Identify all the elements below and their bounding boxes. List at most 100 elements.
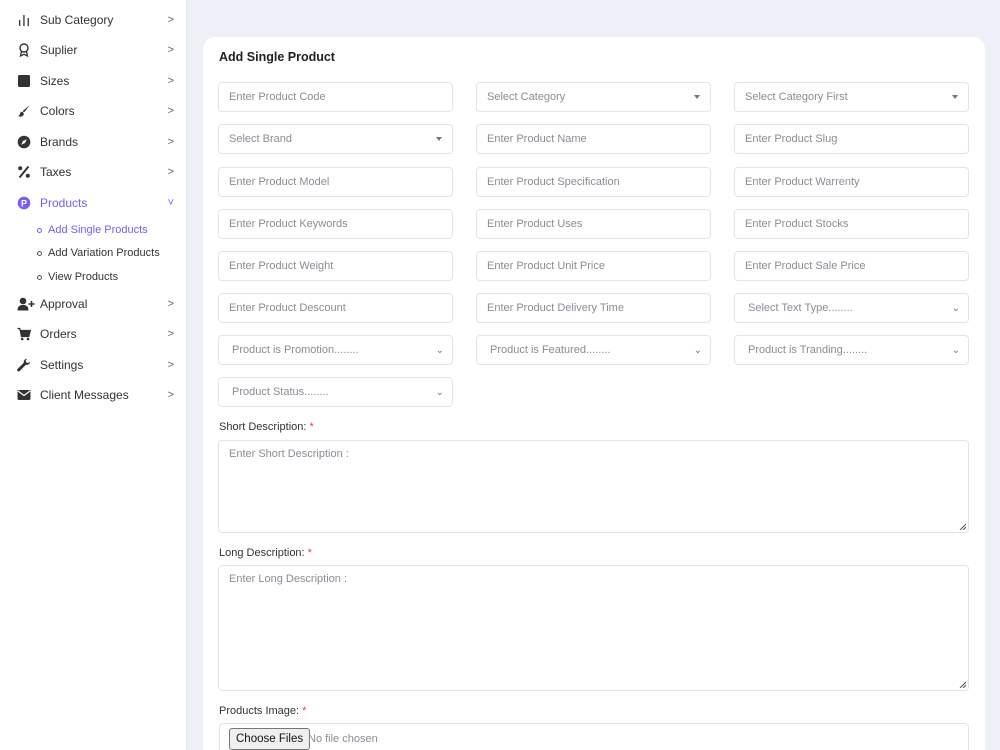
sidebar-item-orders[interactable]: Orders > xyxy=(0,319,187,349)
envelope-icon xyxy=(17,388,31,402)
required-marker: * xyxy=(302,705,307,717)
bar-chart-icon xyxy=(17,13,31,27)
product-specification-input[interactable]: Enter Product Specification xyxy=(476,167,711,197)
caret-down-icon xyxy=(436,137,442,141)
wrench-icon xyxy=(17,358,31,372)
sidebar-item-sub-category[interactable]: Sub Category > xyxy=(0,5,187,35)
chevron-down-icon: ⌄ xyxy=(693,345,702,356)
sidebar-item-approval[interactable]: Approval > xyxy=(0,289,187,319)
sidebar-subitem-label: View Products xyxy=(48,271,119,283)
choose-files-button[interactable]: Choose Files xyxy=(229,728,311,750)
sidebar-item-label: Brands xyxy=(40,135,79,149)
chevron-right-icon: > xyxy=(167,166,174,178)
trending-select-label: Product is Tranding........ xyxy=(748,344,868,356)
sidebar-subitem-view-products[interactable]: View Products xyxy=(0,266,187,288)
caret-down-icon xyxy=(952,95,958,99)
chevron-right-icon: > xyxy=(167,298,174,310)
resize-grip-icon[interactable] xyxy=(959,523,966,530)
percent-icon xyxy=(17,165,31,179)
chevron-right-icon: > xyxy=(167,105,174,117)
file-status-text: No file chosen xyxy=(308,733,378,745)
short-description-label: Short Description: * xyxy=(219,421,314,433)
bullet-icon xyxy=(37,274,42,280)
svg-text:P: P xyxy=(21,198,27,208)
products-image-label-text: Products Image: xyxy=(219,705,300,717)
product-unit-price-input[interactable]: Enter Product Unit Price xyxy=(476,251,711,281)
sidebar-item-sizes[interactable]: Sizes > xyxy=(0,66,187,96)
sidebar: Sub Category > Suplier > Sizes > Colors … xyxy=(0,0,187,750)
product-discount-input[interactable]: Enter Product Descount xyxy=(218,293,453,323)
text-type-select[interactable]: Select Text Type........ ⌄ xyxy=(734,293,969,323)
sidebar-item-label: Orders xyxy=(40,327,77,341)
subcategory-select[interactable]: Select Category First xyxy=(734,82,969,112)
subcategory-select-label: Select Category First xyxy=(745,91,848,103)
sidebar-item-label: Colors xyxy=(40,104,75,118)
category-select-label: Select Category xyxy=(487,91,566,103)
sidebar-item-suplier[interactable]: Suplier > xyxy=(0,35,187,65)
resize-grip-icon[interactable] xyxy=(959,681,966,688)
long-description-label-text: Long Description: xyxy=(219,547,305,559)
sidebar-item-settings[interactable]: Settings > xyxy=(0,350,187,380)
square-icon xyxy=(17,74,31,88)
promotion-select-label: Product is Promotion........ xyxy=(232,344,359,356)
chevron-right-icon: > xyxy=(167,389,174,401)
featured-select[interactable]: Product is Featured........ ⌄ xyxy=(476,335,711,365)
products-image-input[interactable]: Choose Files No file chosen xyxy=(219,723,969,750)
short-description-label-text: Short Description: xyxy=(219,421,307,433)
sidebar-item-brands[interactable]: Brands > xyxy=(0,127,187,157)
sidebar-item-colors[interactable]: Colors > xyxy=(0,96,187,126)
product-delivery-time-input[interactable]: Enter Product Delivery Time xyxy=(476,293,711,323)
trending-select[interactable]: Product is Tranding........ ⌄ xyxy=(734,335,969,365)
chevron-right-icon: > xyxy=(167,14,174,26)
short-description-textarea[interactable]: Enter Short Description : xyxy=(218,440,969,533)
chevron-down-icon: ˅ xyxy=(167,197,174,209)
sidebar-subitem-label: Add Variation Products xyxy=(48,247,160,259)
chevron-right-icon: > xyxy=(167,75,174,87)
bullet-icon xyxy=(37,227,42,233)
brush-icon xyxy=(17,104,31,118)
sidebar-item-label: Suplier xyxy=(40,43,78,57)
long-description-placeholder: Enter Long Description : xyxy=(229,573,348,585)
sidebar-item-label: Taxes xyxy=(40,165,72,179)
product-sale-price-input[interactable]: Enter Product Sale Price xyxy=(734,251,969,281)
sidebar-item-client-messages[interactable]: Client Messages > xyxy=(0,380,187,410)
chevron-right-icon: > xyxy=(167,328,174,340)
product-keywords-input[interactable]: Enter Product Keywords xyxy=(218,209,453,239)
add-product-card: Add Single Product Enter Product Code Se… xyxy=(203,37,985,750)
product-stocks-input[interactable]: Enter Product Stocks xyxy=(734,209,969,239)
product-slug-input[interactable]: Enter Product Slug xyxy=(734,124,969,154)
chevron-down-icon: ⌄ xyxy=(951,345,960,356)
product-name-input[interactable]: Enter Product Name xyxy=(476,124,711,154)
sidebar-subitem-add-single-products[interactable]: Add Single Products xyxy=(0,219,187,241)
sidebar-item-label: Client Messages xyxy=(40,388,129,402)
product-model-input[interactable]: Enter Product Model xyxy=(218,167,453,197)
product-uses-input[interactable]: Enter Product Uses xyxy=(476,209,711,239)
product-code-input[interactable]: Enter Product Code xyxy=(218,82,453,112)
chevron-down-icon: ⌄ xyxy=(435,387,444,398)
sidebar-item-label: Sizes xyxy=(40,74,70,88)
product-weight-input[interactable]: Enter Product Weight xyxy=(218,251,453,281)
sidebar-subitem-add-variation-products[interactable]: Add Variation Products xyxy=(0,242,187,264)
text-type-select-label: Select Text Type........ xyxy=(748,302,853,314)
sidebar-item-label: Sub Category xyxy=(40,13,114,27)
caret-down-icon xyxy=(694,95,700,99)
sidebar-item-taxes[interactable]: Taxes > xyxy=(0,157,187,187)
sidebar-subitem-label: Add Single Products xyxy=(48,224,148,236)
cart-icon xyxy=(17,327,31,341)
sidebar-item-products[interactable]: P Products ˅ xyxy=(0,188,187,218)
user-plus-icon xyxy=(17,297,35,311)
page-title: Add Single Product xyxy=(219,50,335,64)
required-marker: * xyxy=(307,547,312,559)
brand-select[interactable]: Select Brand xyxy=(218,124,453,154)
promotion-select[interactable]: Product is Promotion........ ⌄ xyxy=(218,335,453,365)
long-description-textarea[interactable]: Enter Long Description : xyxy=(218,565,969,691)
bullet-icon xyxy=(37,250,42,256)
status-select-label: Product Status........ xyxy=(232,386,329,398)
required-marker: * xyxy=(309,421,314,433)
product-warranty-input[interactable]: Enter Product Warrenty xyxy=(734,167,969,197)
chevron-down-icon: ⌄ xyxy=(951,303,960,314)
sidebar-item-label: Approval xyxy=(40,297,88,311)
category-select[interactable]: Select Category xyxy=(476,82,711,112)
status-select[interactable]: Product Status........ ⌄ xyxy=(218,377,453,407)
products-image-label: Products Image: * xyxy=(219,705,306,717)
